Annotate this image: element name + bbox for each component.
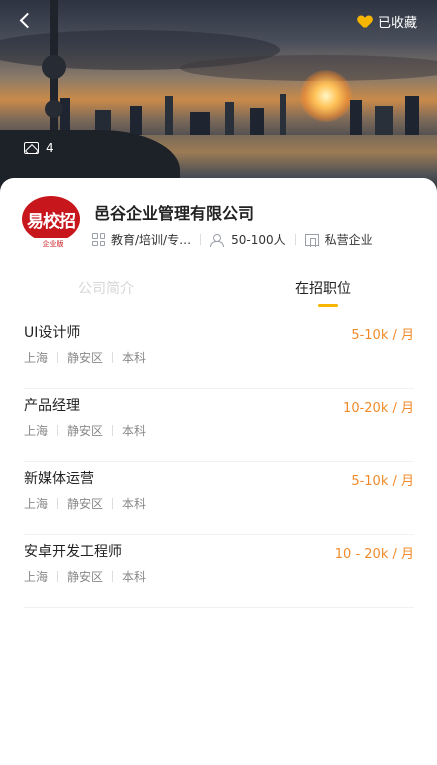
job-title: 新媒体运营 — [24, 471, 94, 487]
job-item[interactable]: UI设计师 5-10k / 月 上海 静安区 本科 — [24, 316, 414, 389]
job-tags: 上海 静安区 本科 — [24, 349, 146, 366]
job-tags: 上海 静安区 本科 — [24, 568, 146, 585]
company-size: 50-100人 — [210, 231, 286, 248]
photo-gallery-button[interactable]: 4 — [24, 141, 54, 155]
job-education: 本科 — [122, 570, 147, 584]
divider — [57, 498, 59, 509]
job-title: UI设计师 — [24, 325, 81, 341]
company-industry: 教育/培训/专… — [92, 231, 191, 248]
job-title: 安卓开发工程师 — [24, 544, 122, 560]
industry-grid-icon — [92, 233, 105, 246]
job-salary: 5-10k / 月 — [351, 328, 414, 343]
tv-tower-sphere — [42, 55, 66, 79]
company-type: 私营企业 — [304, 231, 373, 248]
job-district: 静安区 — [67, 570, 104, 584]
divider — [112, 571, 114, 582]
company-name: 邑谷企业管理有限公司 — [94, 204, 255, 223]
tab-company-intro[interactable]: 公司简介 — [78, 278, 134, 298]
photo-count: 4 — [46, 141, 54, 155]
job-district: 静安区 — [67, 497, 104, 511]
back-arrow-icon — [19, 12, 36, 29]
company-meta: 教育/培训/专… 50-100人 私营企业 — [92, 231, 373, 248]
job-tags: 上海 静安区 本科 — [24, 495, 146, 512]
job-salary: 10-20k / 月 — [343, 401, 414, 416]
job-item[interactable]: 新媒体运营 5-10k / 月 上海 静安区 本科 — [24, 462, 414, 535]
job-tags: 上海 静安区 本科 — [24, 422, 146, 439]
building-icon — [304, 233, 319, 247]
job-title: 产品经理 — [24, 398, 80, 414]
favorite-button[interactable]: 已收藏 — [358, 12, 417, 31]
people-icon — [210, 233, 225, 247]
job-city: 上海 — [24, 570, 49, 584]
divider — [57, 571, 59, 582]
job-salary: 10 - 20k / 月 — [334, 547, 414, 562]
job-district: 静安区 — [67, 351, 104, 365]
divider — [112, 425, 114, 436]
cover-photo[interactable]: 已收藏 4 — [0, 0, 437, 192]
tab-open-positions[interactable]: 在招职位 — [295, 278, 351, 298]
heart-icon — [358, 16, 372, 28]
job-district: 静安区 — [67, 424, 104, 438]
job-item[interactable]: 安卓开发工程师 10 - 20k / 月 上海 静安区 本科 — [24, 535, 414, 608]
job-education: 本科 — [122, 424, 147, 438]
divider — [57, 352, 59, 363]
divider — [112, 498, 114, 509]
divider — [200, 234, 202, 245]
active-tab-indicator — [318, 304, 338, 307]
tv-tower-sphere — [45, 100, 63, 118]
divider — [112, 352, 114, 363]
job-city: 上海 — [24, 497, 49, 511]
tab-bar: 公司简介 在招职位 — [0, 274, 437, 310]
job-education: 本科 — [122, 497, 147, 511]
job-city: 上海 — [24, 351, 49, 365]
company-logo: 易校招 企业版 — [22, 196, 80, 250]
job-item[interactable]: 产品经理 10-20k / 月 上海 静安区 本科 — [24, 389, 414, 462]
job-salary: 5-10k / 月 — [351, 474, 414, 489]
divider — [57, 425, 59, 436]
job-city: 上海 — [24, 424, 49, 438]
job-list: UI设计师 5-10k / 月 上海 静安区 本科 产品经理 10-20k / … — [24, 316, 414, 608]
company-card: 易校招 企业版 邑谷企业管理有限公司 教育/培训/专… 50-100人 私营企业… — [0, 178, 437, 765]
job-education: 本科 — [122, 351, 147, 365]
image-icon — [24, 142, 39, 154]
back-button[interactable] — [16, 10, 40, 34]
divider — [294, 234, 296, 245]
favorite-label: 已收藏 — [377, 16, 417, 31]
